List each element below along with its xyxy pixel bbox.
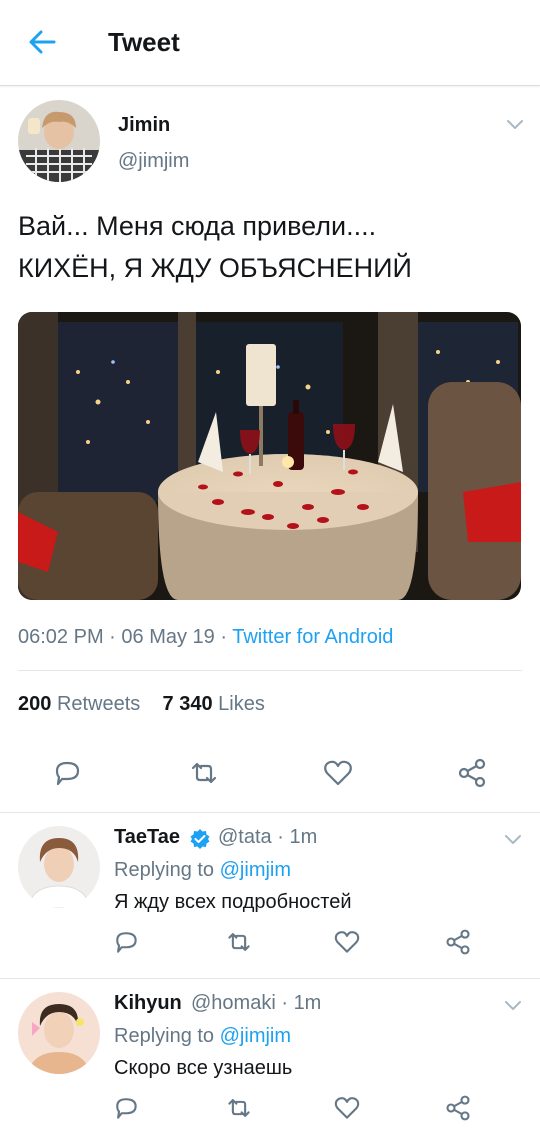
divider xyxy=(0,978,540,979)
tweet-stats: 200 Retweets 7 340 Likes xyxy=(18,693,265,716)
chevron-down-icon[interactable] xyxy=(505,118,525,132)
tweet-text-line: Вай... Меня сюда привели.... xyxy=(18,211,377,241)
replying-to: Replying to @jimjim xyxy=(114,859,291,882)
tweet-image[interactable] xyxy=(18,312,521,600)
retweet-icon[interactable] xyxy=(225,1094,253,1122)
share-icon[interactable] xyxy=(444,928,472,956)
tweet-date: 06 May 19 xyxy=(121,626,215,648)
reply-icon[interactable] xyxy=(112,928,140,956)
likes-count: 7 340 xyxy=(162,693,213,715)
mention-link[interactable]: @jimjim xyxy=(220,1025,291,1047)
tweet-text: Вай... Меня сюда привели.... КИХЁН, Я ЖД… xyxy=(18,205,523,289)
back-arrow-icon[interactable] xyxy=(26,26,58,58)
divider xyxy=(0,812,540,813)
reply-avatar[interactable] xyxy=(18,826,100,908)
reply-handle-time: @tata · 1m xyxy=(218,826,318,848)
like-heart-icon[interactable] xyxy=(322,757,354,789)
reply-text: Я жду всех подробностей xyxy=(114,891,352,913)
divider xyxy=(18,670,522,671)
tweet-time: 06:02 PM xyxy=(18,626,104,648)
reply-handle-time: @homaki · 1m xyxy=(191,992,322,1014)
top-bar: Tweet xyxy=(0,0,540,86)
reply-icon[interactable] xyxy=(51,757,83,789)
verified-badge-icon xyxy=(190,829,210,849)
reply-text: Скоро все узнаешь xyxy=(114,1057,293,1079)
share-icon[interactable] xyxy=(444,1094,472,1122)
reply-time: 1m xyxy=(293,992,322,1014)
retweets-stat[interactable]: 200 Retweets xyxy=(18,693,140,715)
likes-stat[interactable]: 7 340 Likes xyxy=(163,693,265,715)
like-heart-icon[interactable] xyxy=(333,1094,361,1122)
reply-avatar[interactable] xyxy=(18,992,100,1074)
replying-to: Replying to @jimjim xyxy=(114,1025,291,1048)
retweet-icon[interactable] xyxy=(225,928,253,956)
author-avatar[interactable] xyxy=(18,100,100,182)
share-icon[interactable] xyxy=(456,757,488,789)
reply-handle[interactable]: @tata xyxy=(218,826,272,848)
reply-author-name[interactable]: TaeTae xyxy=(114,826,180,849)
replying-label: Replying to xyxy=(114,859,215,881)
tweet-meta: 06:02 PM · 06 May 19 · Twitter for Andro… xyxy=(18,626,393,649)
retweets-count: 200 xyxy=(18,693,52,715)
tweet-text-line: КИХЁН, Я ЖДУ ОБЪЯСНЕНИЙ xyxy=(18,253,412,283)
chevron-down-icon[interactable] xyxy=(503,833,523,847)
page-title: Tweet xyxy=(108,27,180,57)
mention-link[interactable]: @jimjim xyxy=(220,859,291,881)
reply-time: 1m xyxy=(289,826,318,848)
author-name[interactable]: Jimin xyxy=(118,114,170,137)
replying-label: Replying to xyxy=(114,1025,215,1047)
likes-label: Likes xyxy=(218,693,265,715)
retweets-label: Retweets xyxy=(56,693,141,715)
like-heart-icon[interactable] xyxy=(333,928,361,956)
reply-handle[interactable]: @homaki xyxy=(191,992,276,1014)
meta-separator: · xyxy=(103,626,122,648)
retweet-icon[interactable] xyxy=(188,757,220,789)
reply-icon[interactable] xyxy=(112,1094,140,1122)
author-handle[interactable]: @jimjim xyxy=(118,150,189,173)
chevron-down-icon[interactable] xyxy=(503,999,523,1013)
tweet-source-link[interactable]: Twitter for Android xyxy=(232,626,393,648)
reply-author-name[interactable]: Kihyun xyxy=(114,992,182,1015)
meta-separator: · xyxy=(214,626,233,648)
